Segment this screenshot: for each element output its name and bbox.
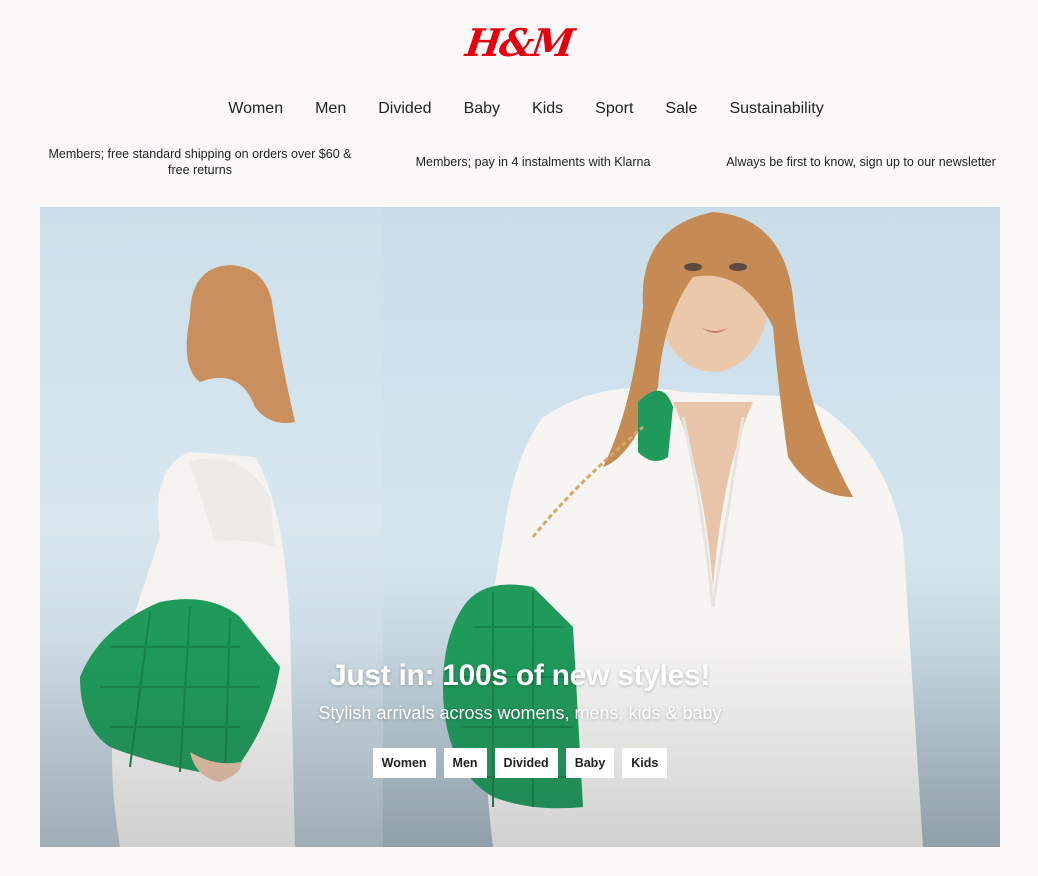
hero-category-buttons: Women Men Divided Baby Kids bbox=[372, 748, 668, 778]
hero-button-kids[interactable]: Kids bbox=[622, 748, 668, 778]
hero-button-men[interactable]: Men bbox=[443, 748, 487, 778]
main-navigation: Women Men Divided Baby Kids Sport Sale S… bbox=[0, 96, 1038, 122]
promo-klarna[interactable]: Members; pay in 4 instalments with Klarn… bbox=[383, 154, 683, 170]
nav-item-sale[interactable]: Sale bbox=[665, 100, 697, 118]
nav-item-men[interactable]: Men bbox=[315, 100, 346, 118]
hero-banner[interactable]: Just in: 100s of new styles! Stylish arr… bbox=[40, 207, 1000, 847]
promo-newsletter[interactable]: Always be first to know, sign up to our … bbox=[706, 154, 1016, 170]
hero-content: Just in: 100s of new styles! Stylish arr… bbox=[40, 659, 1000, 778]
nav-item-sustainability[interactable]: Sustainability bbox=[729, 100, 823, 118]
nav-item-women[interactable]: Women bbox=[228, 100, 283, 118]
header-logo-container: H&M bbox=[0, 18, 1038, 66]
nav-item-baby[interactable]: Baby bbox=[464, 100, 500, 118]
promo-bar: Members; free standard shipping on order… bbox=[40, 142, 1000, 182]
nav-item-kids[interactable]: Kids bbox=[532, 100, 563, 118]
nav-item-divided[interactable]: Divided bbox=[378, 100, 431, 118]
hm-logo[interactable]: H&M bbox=[463, 20, 576, 65]
promo-free-shipping[interactable]: Members; free standard shipping on order… bbox=[40, 146, 360, 178]
nav-item-sport[interactable]: Sport bbox=[595, 100, 633, 118]
hero-button-baby[interactable]: Baby bbox=[565, 748, 615, 778]
hero-subtitle: Stylish arrivals across womens, mens, ki… bbox=[318, 703, 722, 723]
hero-button-women[interactable]: Women bbox=[372, 748, 436, 778]
hero-title: Just in: 100s of new styles! bbox=[329, 659, 711, 692]
hero-button-divided[interactable]: Divided bbox=[494, 748, 558, 778]
